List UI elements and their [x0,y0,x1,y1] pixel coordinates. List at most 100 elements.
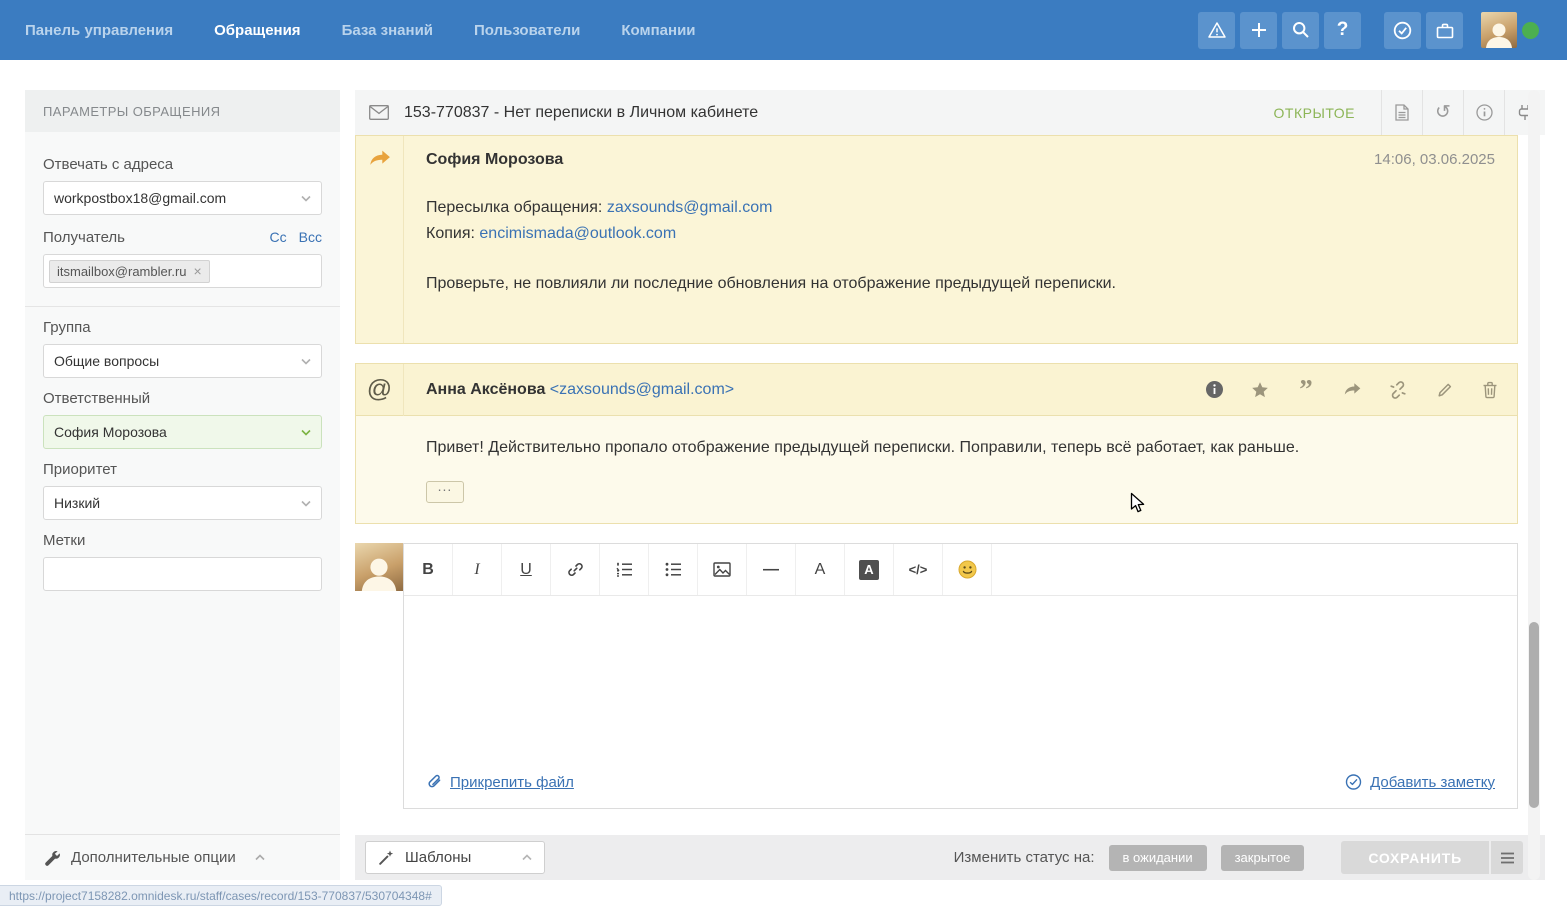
document-icon [1395,104,1409,121]
insert-link-button[interactable] [551,544,600,595]
recipient-input[interactable]: itsmailbox@rambler.ru × [43,254,322,288]
nav-companies[interactable]: Компании [621,22,695,39]
remove-recipient-icon[interactable]: × [194,264,202,278]
text-color-button[interactable]: A [796,544,845,595]
paperclip-icon [426,774,442,790]
alerts-button[interactable] [1198,12,1235,49]
ordered-list-button[interactable] [600,544,649,595]
message-header: @ Анна Аксёнова <zaxsounds@gmail.com> ” [356,364,1517,416]
chevron-down-icon [301,500,311,507]
nav-knowledge-base[interactable]: База знаний [342,22,433,39]
ticket-parameters-title: ПАРАМЕТРЫ ОБРАЩЕНИЯ [25,90,340,132]
edit-button[interactable] [1421,364,1467,416]
unlink-button[interactable] [1375,364,1421,416]
underline-button[interactable]: U [502,544,551,595]
ticket-header-actions: ↺ [1381,90,1545,135]
message-text: Привет! Действительно пропало отображени… [426,439,1495,457]
extra-options-toggle[interactable]: Дополнительные опции [25,834,340,880]
info-button[interactable] [1463,90,1504,135]
nav-dashboard[interactable]: Панель управления [25,22,173,39]
priority-select[interactable]: Низкий [43,486,322,520]
magic-wand-icon [378,849,395,866]
person-silhouette-icon [359,554,399,591]
star-button[interactable] [1237,364,1283,416]
scrollbar-thumb[interactable] [1529,622,1539,808]
cc-email-link[interactable]: encimismada@outlook.com [479,225,676,242]
check-badge-icon [1393,21,1412,40]
save-button[interactable]: СОХРАНИТЬ [1341,841,1489,874]
bold-button[interactable]: B [404,544,453,595]
trash-icon [1482,381,1498,399]
unordered-list-button[interactable] [649,544,698,595]
message-info-button[interactable] [1191,364,1237,416]
code-view-button[interactable]: </> [894,544,943,595]
nav-users[interactable]: Пользователи [474,22,580,39]
briefcase-button[interactable] [1426,12,1463,49]
save-options-button[interactable] [1491,841,1523,874]
horizontal-rule-button[interactable]: — [747,544,796,595]
italic-button[interactable]: I [453,544,502,595]
smiley-icon [958,560,977,579]
reply-text-input[interactable] [404,596,1517,756]
group-label: Группа [43,319,322,336]
group-select[interactable]: Общие вопросы [43,344,322,378]
message-type-tab: @ [356,364,404,416]
priority-label: Приоритет [43,461,322,478]
editor-toolbar: B I U — A A </> [404,544,1517,596]
export-document-button[interactable] [1381,90,1422,135]
message-forwarded: София Морозова 14:06, 03.06.2025 Пересыл… [355,135,1518,344]
templates-button[interactable]: Шаблоны [365,841,545,874]
status-pending-button[interactable]: в ожидании [1109,845,1207,871]
achievements-button[interactable] [1384,12,1421,49]
chevron-down-icon [301,195,311,202]
text-color-label: A [815,561,826,579]
user-avatar[interactable] [1481,12,1517,48]
emoji-button[interactable] [943,544,992,595]
forward-email-link[interactable]: zaxsounds@gmail.com [607,199,773,216]
ticket-status-badge[interactable]: ОТКРЫТОЕ [1274,105,1355,121]
info-filled-icon [1205,380,1224,399]
create-ticket-button[interactable] [1240,12,1277,49]
briefcase-icon [1436,22,1454,39]
insert-image-button[interactable] [698,544,747,595]
help-button[interactable]: ? [1324,12,1361,49]
status-url-preview: https://project7158282.omnidesk.ru/staff… [0,885,442,906]
assignee-select[interactable]: София Морозова [43,415,322,449]
message-reply: @ Анна Аксёнова <zaxsounds@gmail.com> ” [355,363,1518,524]
highlight-color-button[interactable]: A [845,544,894,595]
image-icon [713,562,731,577]
history-button[interactable]: ↺ [1422,90,1463,135]
reply-from-select[interactable]: workpostbox18@gmail.com [43,181,322,215]
extra-options-label: Дополнительные опции [71,849,236,866]
message-body: Пересылка обращения: zaxsounds@gmail.com… [426,195,1495,297]
cc-link[interactable]: Cc [270,229,287,245]
forward-label: Пересылка обращения: [426,199,602,216]
quote-icon: ” [1299,384,1313,395]
tags-input[interactable] [43,557,322,591]
show-quoted-text-button[interactable]: ... [426,481,464,503]
status-closed-button[interactable]: закрытое [1221,845,1305,871]
author-email-link[interactable]: <zaxsounds@gmail.com> [550,381,734,398]
add-note-link[interactable]: Добавить заметку [1345,774,1495,791]
note-icon [1345,774,1362,790]
online-status-dot[interactable] [1522,22,1539,39]
quote-button[interactable]: ” [1283,364,1329,416]
save-controls: СОХРАНИТЬ [1341,841,1523,874]
attach-file-link[interactable]: Прикрепить файл [426,774,574,791]
info-icon [1476,104,1493,121]
attach-file-label: Прикрепить файл [450,774,574,791]
nav-tickets[interactable]: Обращения [214,22,300,39]
bcc-link[interactable]: Bcc [299,229,322,245]
ticket-header: 153-770837 - Нет переписки в Личном каби… [355,90,1545,135]
top-navigation: Панель управления Обращения База знаний … [0,0,1567,60]
unordered-list-icon [665,562,682,577]
sidebar-divider [25,306,340,307]
group-value: Общие вопросы [54,353,159,369]
search-button[interactable] [1282,12,1319,49]
forward-button[interactable] [1329,364,1375,416]
ticket-title: 153-770837 - Нет переписки в Личном каби… [404,104,758,122]
delete-button[interactable] [1467,364,1513,416]
message-type-tab [356,136,404,343]
vertical-scrollbar[interactable] [1528,90,1540,880]
chevron-up-icon [522,854,532,861]
